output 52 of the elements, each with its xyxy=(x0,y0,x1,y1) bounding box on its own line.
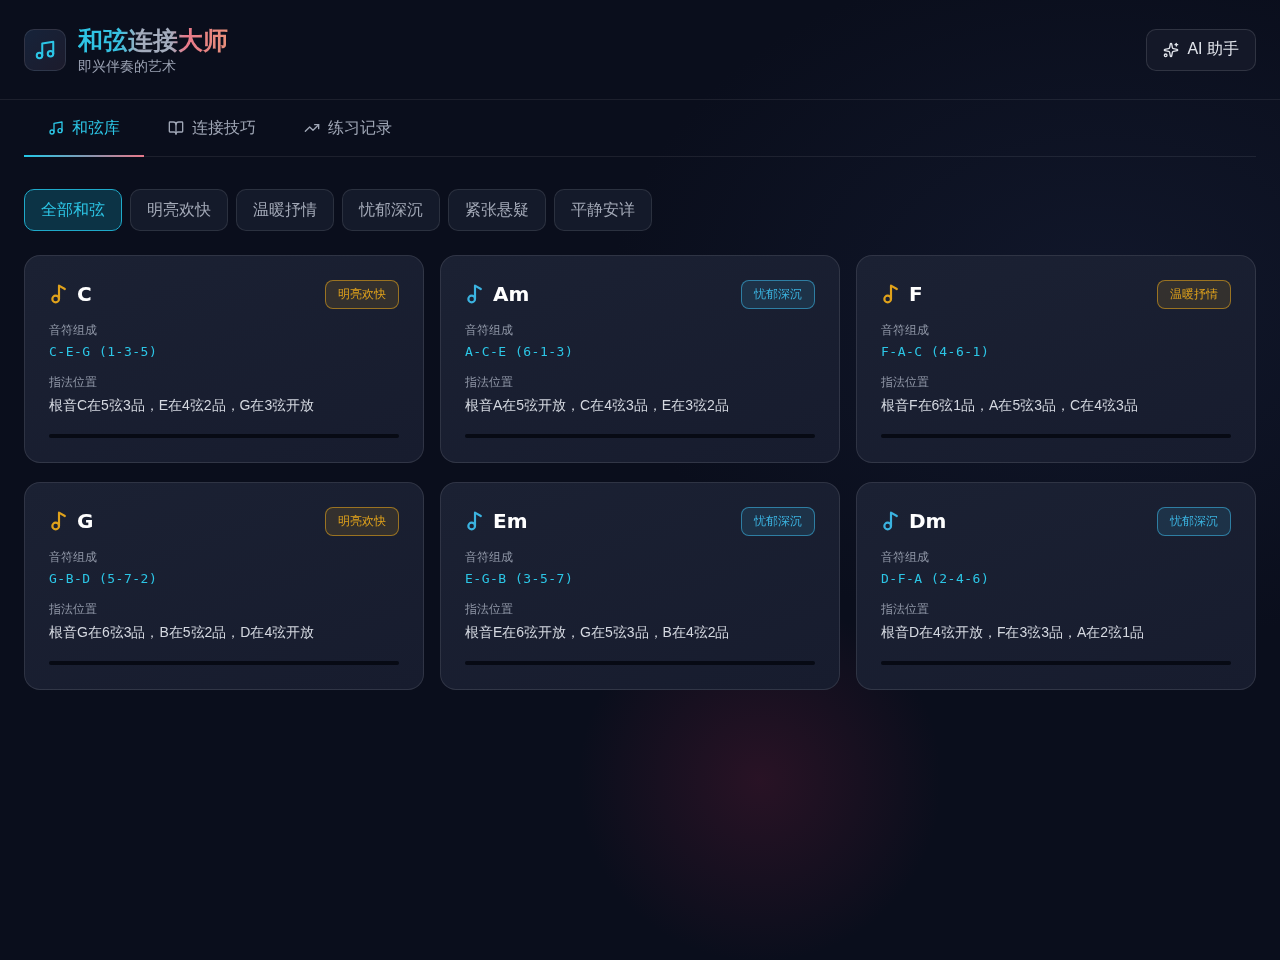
notes-text: F-A-C (4-6-1) xyxy=(881,343,991,361)
notes-label: 音符组成 xyxy=(465,549,514,565)
ai-assistant-button[interactable]: AI 助手 xyxy=(1146,28,1256,71)
chord-name: C xyxy=(77,282,92,306)
filter-chip[interactable]: 全部和弦 xyxy=(24,189,122,231)
chord-name: G xyxy=(77,509,94,533)
fingering-text: 根音E在6弦开放，G在5弦3品，B在4弦2品 xyxy=(465,623,731,642)
fingering-label: 指法位置 xyxy=(465,374,514,390)
chord-name: F xyxy=(909,282,923,306)
app-subtitle: 即兴伴奏的艺术 xyxy=(78,56,177,75)
filter-chip[interactable]: 忧郁深沉 xyxy=(342,189,440,231)
mood-tag: 明亮欢快 xyxy=(325,506,399,536)
notes-label: 音符组成 xyxy=(881,322,930,338)
mood-tag: 忧郁深沉 xyxy=(741,506,815,536)
mood-tag: 明亮欢快 xyxy=(325,279,399,309)
chord-name: Em xyxy=(493,509,528,533)
fingering-text: 根音F在6弦1品，A在5弦3品，C在4弦3品 xyxy=(881,396,1139,415)
mood-tag: 忧郁深沉 xyxy=(1157,506,1231,536)
fingering-text: 根音A在5弦开放，C在4弦3品，E在3弦2品 xyxy=(465,396,730,415)
mood-tag: 忧郁深沉 xyxy=(741,279,815,309)
notes-label: 音符组成 xyxy=(465,322,514,338)
notes-text: E-G-B (3-5-7) xyxy=(465,570,575,588)
music-notes-icon xyxy=(24,28,66,71)
notes-text: G-B-D (5-7-2) xyxy=(49,570,159,588)
chord-name: Am xyxy=(493,282,530,306)
fingering-label: 指法位置 xyxy=(465,601,514,617)
fingering-text: 根音G在6弦3品，B在5弦2品，D在4弦开放 xyxy=(49,623,316,642)
fingering-label: 指法位置 xyxy=(49,601,98,617)
tab[interactable]: 和弦库 xyxy=(24,100,144,156)
book-icon xyxy=(168,120,184,136)
fingering-text: 根音C在5弦3品，E在4弦2品，G在3弦开放 xyxy=(49,396,316,415)
notes-text: A-C-E (6-1-3) xyxy=(465,343,575,361)
sparkles-icon xyxy=(1163,41,1180,58)
filter-chip[interactable]: 明亮欢快 xyxy=(130,189,228,231)
filter-chip[interactable]: 紧张悬疑 xyxy=(448,189,546,231)
fingering-label: 指法位置 xyxy=(881,601,930,617)
app-title: 和弦连接大师 xyxy=(78,24,228,55)
filter-chip[interactable]: 平静安详 xyxy=(554,189,652,231)
notes-label: 音符组成 xyxy=(49,322,98,338)
filter-chip[interactable]: 温暖抒情 xyxy=(236,189,334,231)
notes-text: D-F-A (2-4-6) xyxy=(881,570,991,588)
notes-label: 音符组成 xyxy=(49,549,98,565)
notes-text: C-E-G (1-3-5) xyxy=(49,343,159,361)
chord-name: Dm xyxy=(909,509,947,533)
music-notes-icon xyxy=(48,120,64,136)
fingering-label: 指法位置 xyxy=(881,374,930,390)
fingering-label: 指法位置 xyxy=(49,374,98,390)
notes-label: 音符组成 xyxy=(881,549,930,565)
tab[interactable]: 练习记录 xyxy=(280,100,416,156)
mood-tag: 温暖抒情 xyxy=(1157,279,1231,309)
fingering-text: 根音D在4弦开放，F在3弦3品，A在2弦1品 xyxy=(881,623,1145,642)
tab[interactable]: 连接技巧 xyxy=(144,100,280,156)
